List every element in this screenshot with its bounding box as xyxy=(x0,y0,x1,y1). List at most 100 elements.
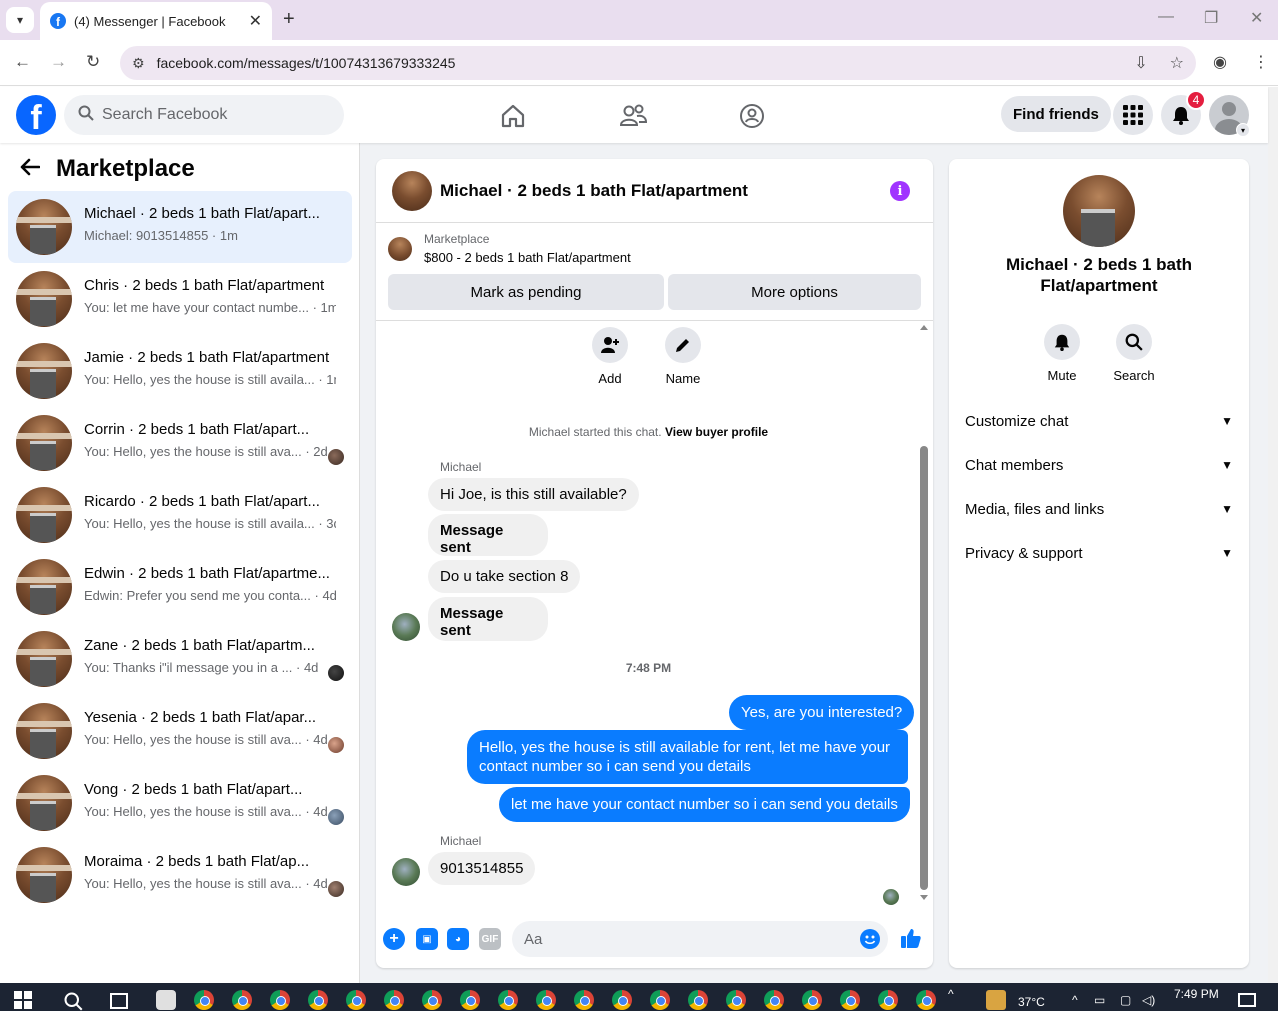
tab-search-menu[interactable]: ▾ xyxy=(6,7,34,33)
conversation-item[interactable]: Corrin · 2 beds 1 bath Flat/apart... You… xyxy=(8,407,352,479)
volume-icon[interactable]: ◁) xyxy=(1142,993,1155,1007)
chrome-icon[interactable] xyxy=(460,990,480,1010)
incoming-message[interactable]: Message sent xyxy=(428,514,548,556)
network-icon[interactable]: ▭ xyxy=(1094,993,1105,1007)
listing-thumbnail[interactable] xyxy=(388,237,412,261)
media-files-links-section[interactable]: Media, files and links ▼ xyxy=(965,493,1233,525)
plus-icon[interactable]: + xyxy=(383,928,405,950)
tray-overflow-icon[interactable]: ^ xyxy=(948,987,954,1001)
menu-grid-icon[interactable] xyxy=(1113,95,1153,135)
conversation-item[interactable]: Chris · 2 beds 1 bath Flat/apartment You… xyxy=(8,263,352,335)
chrome-icon[interactable] xyxy=(194,990,214,1010)
task-view-icon[interactable] xyxy=(110,993,128,1009)
chrome-icon[interactable] xyxy=(498,990,518,1010)
browser-tab[interactable]: f (4) Messenger | Facebook ✕ xyxy=(40,2,272,40)
mark-as-pending-button[interactable]: Mark as pending xyxy=(388,274,664,310)
browser-menu-icon[interactable]: ⋮ xyxy=(1253,52,1269,72)
groups-icon[interactable] xyxy=(737,101,767,131)
add-people-button[interactable]: Add xyxy=(592,327,628,386)
chrome-icon[interactable] xyxy=(536,990,556,1010)
tray-arrow-icon[interactable]: ^ xyxy=(1072,993,1078,1007)
emoji-icon[interactable] xyxy=(860,929,880,949)
chrome-icon[interactable] xyxy=(916,990,936,1010)
chrome-icon[interactable] xyxy=(270,990,290,1010)
sticker-icon[interactable]: ◕ xyxy=(447,928,469,950)
restore-icon[interactable]: ❐ xyxy=(1204,8,1218,28)
conversation-item[interactable]: Yesenia · 2 beds 1 bath Flat/apar... You… xyxy=(8,695,352,767)
sender-avatar[interactable] xyxy=(392,858,420,886)
install-app-icon[interactable]: ⇩ xyxy=(1134,53,1147,73)
notification-center-icon[interactable] xyxy=(1238,993,1256,1007)
customize-chat-section[interactable]: Customize chat ▼ xyxy=(965,405,1233,437)
outgoing-message[interactable]: Yes, are you interested? xyxy=(729,695,915,730)
details-avatar[interactable] xyxy=(1063,175,1135,247)
address-bar[interactable]: ⚙ facebook.com/messages/t/10074313679333… xyxy=(120,46,1196,80)
reload-icon[interactable]: ↻ xyxy=(86,52,100,72)
chrome-icon[interactable] xyxy=(802,990,822,1010)
info-icon[interactable]: i xyxy=(890,181,910,201)
chat-title[interactable]: Michael · 2 beds 1 bath Flat/apartment xyxy=(440,181,748,201)
conversation-item[interactable]: Vong · 2 beds 1 bath Flat/apart... You: … xyxy=(8,767,352,839)
message-input[interactable] xyxy=(512,921,888,957)
chrome-icon[interactable] xyxy=(308,990,328,1010)
incoming-message[interactable]: Message sent xyxy=(428,597,548,641)
incoming-message[interactable]: Hi Joe, is this still available? xyxy=(428,478,639,511)
page-scrollbar[interactable] xyxy=(1268,87,1278,983)
site-info-icon[interactable]: ⚙ xyxy=(132,55,145,72)
chrome-icon[interactable] xyxy=(650,990,670,1010)
view-buyer-profile-link[interactable]: View buyer profile xyxy=(665,425,768,439)
back-arrow-icon[interactable] xyxy=(20,156,41,182)
friends-icon[interactable] xyxy=(618,101,648,131)
find-friends-button[interactable]: Find friends xyxy=(1001,96,1111,132)
chrome-icon[interactable] xyxy=(726,990,746,1010)
conversation-item[interactable]: Moraima · 2 beds 1 bath Flat/ap... You: … xyxy=(8,839,352,911)
profile-icon[interactable]: ◉ xyxy=(1213,52,1227,72)
sender-avatar[interactable] xyxy=(392,613,420,641)
incoming-message[interactable]: 9013514855 xyxy=(428,852,536,885)
edit-name-button[interactable]: Name xyxy=(665,327,701,386)
search-in-conversation-button[interactable]: Search xyxy=(1104,324,1164,383)
facebook-search[interactable] xyxy=(64,95,344,135)
listing-price[interactable]: $800 - 2 beds 1 bath Flat/apartment xyxy=(424,250,631,265)
back-icon[interactable]: ← xyxy=(14,52,31,72)
conversation-item[interactable]: Jamie · 2 beds 1 bath Flat/apartment You… xyxy=(8,335,352,407)
conversation-item[interactable]: Michael · 2 beds 1 bath Flat/apart... Mi… xyxy=(8,191,352,263)
search-input[interactable] xyxy=(102,106,322,124)
outgoing-message[interactable]: Hello, yes the house is still available … xyxy=(467,730,908,784)
thumbs-up-icon[interactable] xyxy=(900,927,922,955)
outgoing-message[interactable]: let me have your contact number so i can… xyxy=(499,787,910,822)
photo-icon[interactable]: ▣ xyxy=(416,928,438,950)
chrome-icon[interactable] xyxy=(232,990,252,1010)
chrome-icon[interactable] xyxy=(384,990,404,1010)
tab-close-icon[interactable]: ✕ xyxy=(249,11,262,31)
windows-start-icon[interactable] xyxy=(14,991,32,1011)
weather-icon[interactable] xyxy=(986,990,1006,1010)
conversation-item[interactable]: Ricardo · 2 beds 1 bath Flat/apart... Yo… xyxy=(8,479,352,551)
close-window-icon[interactable]: ✕ xyxy=(1250,8,1263,28)
minimize-icon[interactable]: — xyxy=(1158,8,1174,26)
gif-icon[interactable]: GIF xyxy=(479,928,501,950)
forward-icon[interactable]: → xyxy=(50,52,67,72)
chrome-icon[interactable] xyxy=(574,990,594,1010)
chrome-icon[interactable] xyxy=(346,990,366,1010)
taskbar-search-icon[interactable] xyxy=(63,991,83,1011)
account-chevron-icon[interactable]: ▾ xyxy=(1236,123,1250,137)
app-icon[interactable] xyxy=(156,990,176,1010)
chat-members-section[interactable]: Chat members ▼ xyxy=(965,449,1233,481)
chrome-icon[interactable] xyxy=(688,990,708,1010)
conversation-item[interactable]: Zane · 2 beds 1 bath Flat/apartm... You:… xyxy=(8,623,352,695)
home-icon[interactable] xyxy=(498,101,528,131)
mute-button[interactable]: Mute xyxy=(1032,324,1092,383)
chat-scroll-thumb[interactable] xyxy=(920,446,928,890)
incoming-message[interactable]: Do u take section 8 xyxy=(428,560,581,593)
chrome-icon[interactable] xyxy=(764,990,784,1010)
conversation-item[interactable]: Edwin · 2 beds 1 bath Flat/apartme... Ed… xyxy=(8,551,352,623)
bookmark-star-icon[interactable]: ☆ xyxy=(1170,53,1184,73)
privacy-support-section[interactable]: Privacy & support ▼ xyxy=(965,537,1233,569)
chrome-icon[interactable] xyxy=(422,990,442,1010)
new-tab-icon[interactable]: + xyxy=(283,8,295,31)
chrome-icon[interactable] xyxy=(612,990,632,1010)
chat-avatar[interactable] xyxy=(392,171,432,211)
more-options-button[interactable]: More options xyxy=(668,274,921,310)
clock-time[interactable]: 7:49 PM xyxy=(1174,987,1219,1001)
